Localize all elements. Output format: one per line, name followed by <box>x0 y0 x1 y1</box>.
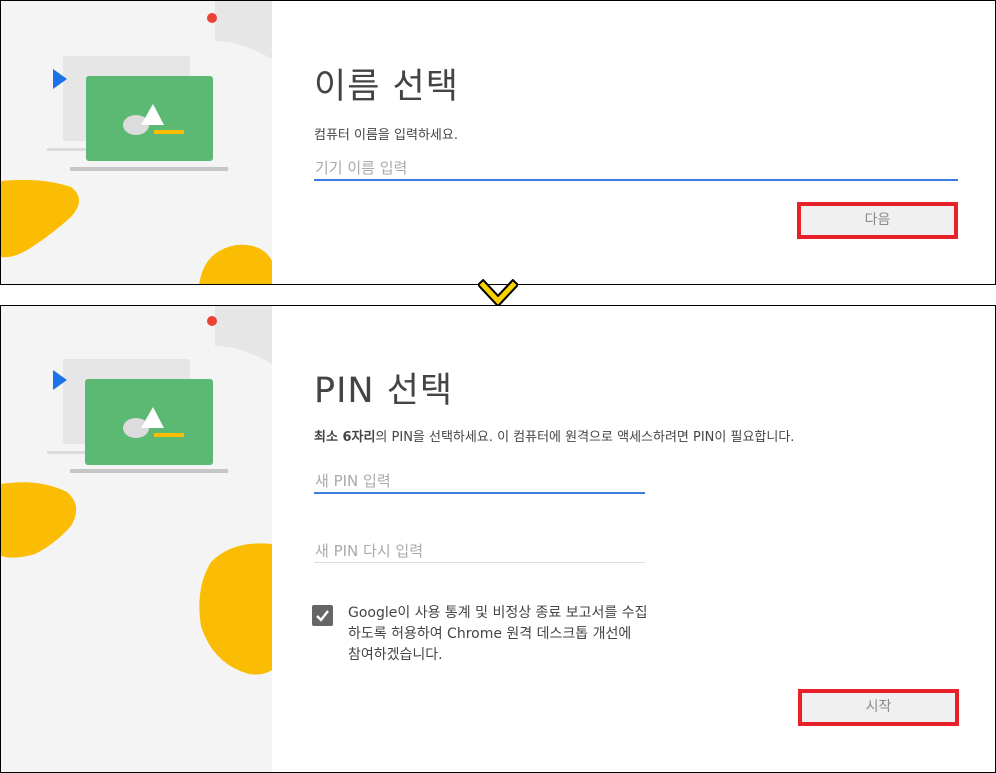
name-step-panel: 이름 선택 컴퓨터 이름을 입력하세요. 다음 <box>0 0 996 285</box>
next-button[interactable]: 다음 <box>797 202 958 239</box>
page-title: 이름 선택 <box>314 67 459 107</box>
confirm-pin-input[interactable] <box>314 539 645 563</box>
new-pin-input[interactable] <box>314 470 645 494</box>
usage-stats-checkbox[interactable] <box>312 605 333 626</box>
remote-desktop-illustration <box>1 1 272 284</box>
step-description: 최소 6자리의 PIN을 선택하세요. 이 컴퓨터에 원격으로 액세스하려면 P… <box>314 426 794 445</box>
pin-min-length: 최소 6자리 <box>314 430 376 445</box>
remote-desktop-illustration <box>1 306 272 772</box>
step-description: 컴퓨터 이름을 입력하세요. <box>314 128 458 143</box>
start-button[interactable]: 시작 <box>798 689 959 726</box>
pin-step-panel: PIN 선택 최소 6자리의 PIN을 선택하세요. 이 컴퓨터에 원격으로 액… <box>0 305 996 773</box>
device-name-input[interactable] <box>314 157 958 181</box>
check-icon <box>316 610 329 622</box>
page-title: PIN 선택 <box>314 371 454 411</box>
usage-stats-consent-label: Google이 사용 통계 및 비정상 종료 보고서를 수집하도록 허용하여 C… <box>348 605 648 663</box>
pin-description-rest: 의 PIN을 선택하세요. 이 컴퓨터에 원격으로 액세스하려면 PIN이 필요… <box>375 430 795 445</box>
